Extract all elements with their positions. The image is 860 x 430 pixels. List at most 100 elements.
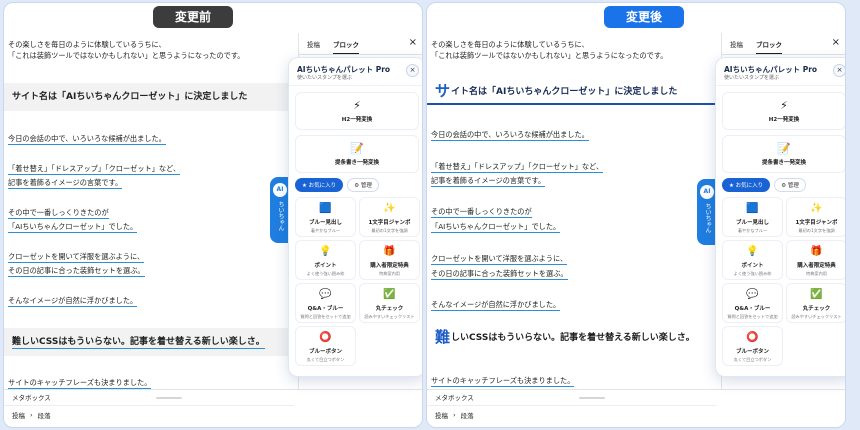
button-label: 提条書き一発変換 <box>334 160 379 166</box>
resize-handle[interactable] <box>579 397 605 399</box>
paragraph[interactable]: その日の記事に合った装飾セットを選ぶ。 <box>8 266 145 277</box>
ai-tab-label: ちいちゃん <box>277 201 284 231</box>
close-icon[interactable]: × <box>409 37 417 48</box>
paragraph[interactable]: 「着せ替え」「ドレスアップ」「クローゼット」など、 <box>431 162 604 173</box>
heading-block[interactable]: サイト名は「AIちいちゃんクローゼット」に決定しました <box>4 83 294 111</box>
paragraph[interactable]: その楽しさを毎日のように体験しているうちに、 <box>8 39 166 50</box>
heading-text: しいCSSはもういらない。記事を着せ替える新しい楽しさ。 <box>451 333 695 343</box>
stamp-buyer-bonus[interactable]: 🎁 購入者限定特典 特典案内用 <box>359 240 420 280</box>
paragraph[interactable]: そんなイメージが自然に浮かびました。 <box>431 300 561 311</box>
stamp-buyer-bonus[interactable]: 🎁 購入者限定特典 特典案内用 <box>786 240 845 280</box>
paragraph[interactable]: その中で一番しっくりきたのが <box>431 207 532 218</box>
blue-square-icon: 🟦 <box>746 203 759 214</box>
gift-icon: 🎁 <box>810 246 823 257</box>
stamp-qa-blue[interactable]: 💬 Q&A・ブルー 質問と回答をセットで追加 <box>295 283 356 323</box>
paragraph[interactable]: 「AIちいちゃんクローゼット」でした。 <box>431 222 561 233</box>
memo-icon: 📝 <box>777 142 791 155</box>
stamp-jumbo-first-letter[interactable]: ✨ 1文字目ジャンボ 最初の1文字を強調 <box>359 197 420 237</box>
speech-bubble-icon: 💬 <box>746 289 759 300</box>
tab-post[interactable]: 投稿 <box>307 39 320 49</box>
after-label: 変更後 <box>604 6 685 28</box>
paragraph[interactable]: その楽しさを毎日のように体験しているうちに、 <box>431 39 589 50</box>
chevron-right-icon: › <box>30 411 33 419</box>
manage-chip[interactable]: ⚙ 管理 <box>347 178 379 192</box>
stamp-point[interactable]: 💡 ポイント よく使う強い囲み枠 <box>295 240 356 280</box>
stamp-blue-button[interactable]: ⭕ ブルーボタン 丸くて目立つボタン <box>722 326 783 366</box>
stamp-round-check[interactable]: ✅ 丸チェック 読みやすいチェックリスト <box>786 283 845 323</box>
stamp-name: 1文字目ジャンボ <box>795 220 838 226</box>
before-label: 変更前 <box>153 6 234 28</box>
stamp-name: ポイント <box>314 263 337 269</box>
stamp-desc: 読みやすいチェックリスト <box>364 314 415 319</box>
paragraph[interactable]: その日の記事に合った装飾セットを選ぶ。 <box>431 269 568 280</box>
paragraph[interactable]: 「着せ替え」「ドレスアップ」「クローゼット」など、 <box>8 164 181 175</box>
stamp-jumbo-first-letter[interactable]: ✨ 1文字目ジャンボ 最初の1文字を強調 <box>786 197 845 237</box>
breadcrumb: 投稿 › 段落 <box>12 410 51 420</box>
stamp-blue-button[interactable]: ⭕ ブルーボタン 丸くて目立つボタン <box>295 326 356 366</box>
palette-popup: AIちいちゃんパレット Pro 使いたいスタンプを選ぶ × ⚡ H2一発変換 📝… <box>715 57 845 377</box>
paragraph[interactable]: 記事を着飾るイメージの言葉です。 <box>431 176 546 187</box>
favorites-chip[interactable]: ★ お気に入り <box>295 178 344 192</box>
paragraph[interactable]: 「AIちいちゃんクローゼット」でした。 <box>8 222 138 233</box>
paragraph[interactable]: そんなイメージが自然に浮かびました。 <box>8 296 138 307</box>
list-convert-button[interactable]: 📝 提条書き一発変換 <box>295 135 419 173</box>
tab-block[interactable]: ブロック <box>756 39 782 54</box>
stamp-name: Q&A・ブルー <box>734 306 771 312</box>
paragraph[interactable]: サイトのキャッチフレーズも決まりました。 <box>431 376 575 387</box>
metabox-toggle[interactable]: メタボックス <box>427 390 717 406</box>
close-icon[interactable]: × <box>832 37 840 48</box>
heading-block[interactable]: 難しいCSSはもういらない。記事を着せ替える新しい楽しさ。 <box>427 323 717 351</box>
editor-canvas[interactable]: その楽しさを毎日のように体験しているうちに、 「これは装飾ツールではないかもしれ… <box>4 3 294 389</box>
h2-convert-button[interactable]: ⚡ H2一発変換 <box>295 92 419 130</box>
stamp-blue-heading[interactable]: 🟦 ブルー見出し 着やかなブルー <box>295 197 356 237</box>
favorites-chip[interactable]: ★ お気に入り <box>722 178 771 192</box>
h2-convert-button[interactable]: ⚡ H2一発変換 <box>722 92 845 130</box>
stamp-desc: 着やかなブルー <box>737 228 768 233</box>
paragraph[interactable]: 「これは装飾ツールではないかもしれない」と思うようになったのです。 <box>8 50 244 61</box>
filter-chips: ★ お気に入り ⚙ 管理 <box>722 178 806 192</box>
paragraph[interactable]: サイトのキャッチフレーズも決まりました。 <box>8 378 152 389</box>
paragraph[interactable]: 今日の会話の中で、いろいろな候補が出ました。 <box>8 134 166 145</box>
paragraph[interactable]: その中で一番しっくりきたのが <box>8 208 109 219</box>
heading-text: 難しいCSSはもういらない。記事を着せ替える新しい楽しさ。 <box>12 337 265 349</box>
stamp-point[interactable]: 💡 ポイント よく使う強い囲み枠 <box>722 240 783 280</box>
stamp-qa-blue[interactable]: 💬 Q&A・ブルー 質問と回答をセットで追加 <box>722 283 783 323</box>
tab-post[interactable]: 投稿 <box>730 39 743 49</box>
list-convert-button[interactable]: 📝 提条書き一発変換 <box>722 135 845 173</box>
sidebar-tabs: 投稿 ブロック × <box>722 33 845 55</box>
close-icon[interactable]: × <box>833 64 845 77</box>
metabox-label: メタボックス <box>12 394 51 402</box>
stamp-name: 丸チェック <box>375 306 404 312</box>
paragraph[interactable]: 記事を着飾るイメージの言葉です。 <box>8 178 123 189</box>
heading-block[interactable]: サイト名は「AIちいちゃんクローゼット」に決定しました <box>427 77 717 105</box>
paragraph[interactable]: 今日の会話の中で、いろいろな候補が出ました。 <box>431 130 589 141</box>
breadcrumb-item[interactable]: 段落 <box>38 410 51 420</box>
breadcrumb-item[interactable]: 段落 <box>461 410 474 420</box>
paragraph[interactable]: 「これは装飾ツールではないかもしれない」と思うようになったのです。 <box>431 50 667 61</box>
breadcrumb-item[interactable]: 投稿 <box>12 410 25 420</box>
stamp-blue-heading[interactable]: 🟦 ブルー見出し 着やかなブルー <box>722 197 783 237</box>
resize-handle[interactable] <box>156 397 182 399</box>
editor-footer: メタボックス 投稿 › 段落 <box>4 389 422 427</box>
ai-chiichan-toggle[interactable]: AI ちいちゃん <box>697 179 717 245</box>
tab-block[interactable]: ブロック <box>333 39 359 54</box>
paragraph[interactable]: クローゼットを開いて洋服を選ぶように、 <box>431 254 568 265</box>
sparkle-icon: ✨ <box>810 203 823 214</box>
metabox-label: メタボックス <box>435 394 474 402</box>
manage-chip[interactable]: ⚙ 管理 <box>774 178 806 192</box>
lightbulb-icon: 💡 <box>746 246 759 257</box>
ai-tab-label: ちいちゃん <box>704 203 711 233</box>
button-label: H2一発変換 <box>768 117 800 123</box>
stamp-desc: よく使う強い囲み枠 <box>733 271 772 276</box>
gift-icon: 🎁 <box>383 246 396 257</box>
stamp-name: 1文字目ジャンボ <box>368 220 411 226</box>
stamp-round-check[interactable]: ✅ 丸チェック 読みやすいチェックリスト <box>359 283 420 323</box>
paragraph[interactable]: クローゼットを開いて洋服を選ぶように、 <box>8 252 145 263</box>
stamp-grid: 🟦 ブルー見出し 着やかなブルー ✨ 1文字目ジャンボ 最初の1文字を強調 💡 ポイントよ… <box>722 197 845 366</box>
editor-canvas[interactable]: その楽しさを毎日のように体験しているうちに、 「これは装飾ツールではないかもしれ… <box>427 3 717 389</box>
ai-chiichan-toggle[interactable]: AI ちいちゃん <box>270 177 290 243</box>
heading-block[interactable]: 難しいCSSはもういらない。記事を着せ替える新しい楽しさ。 <box>4 328 294 356</box>
close-icon[interactable]: × <box>406 64 419 77</box>
metabox-toggle[interactable]: メタボックス <box>4 390 294 406</box>
breadcrumb-item[interactable]: 投稿 <box>435 410 448 420</box>
